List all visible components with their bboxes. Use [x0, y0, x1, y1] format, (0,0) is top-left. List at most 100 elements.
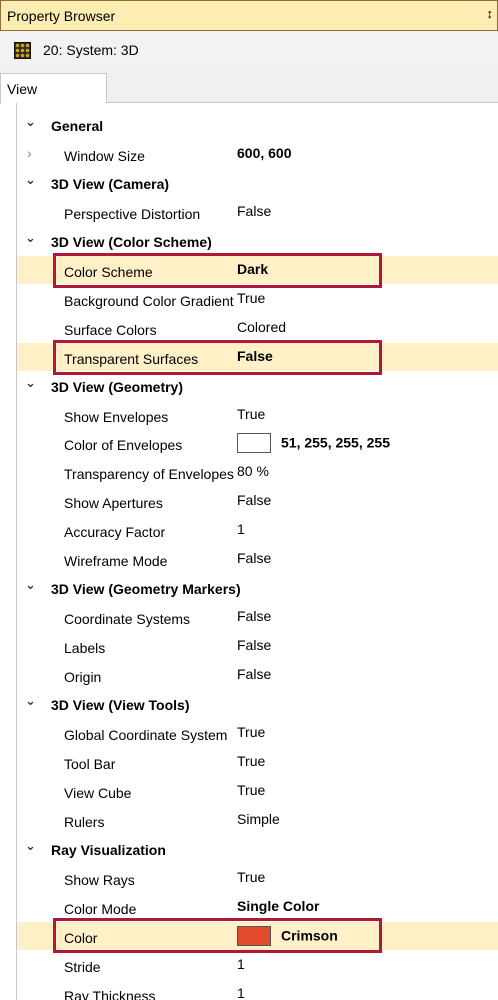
property-background-color-gradient[interactable]: Background Color Gradient True	[17, 285, 498, 313]
property-browser-title-bar: Property Browser ↕	[0, 0, 498, 31]
pin-icon[interactable]: ↕	[487, 6, 494, 21]
property-value[interactable]: True	[237, 724, 265, 740]
color-swatch-ray[interactable]	[237, 926, 271, 946]
property-view-cube[interactable]: View Cube True	[17, 777, 498, 805]
property-value[interactable]: Dark	[237, 261, 268, 277]
category-label: 3D View (View Tools)	[51, 697, 190, 713]
property-grid: ⌄ General › Window Size 600, 600 ⌄ 3D Vi…	[16, 103, 498, 1000]
color-swatch-envelopes[interactable]	[237, 433, 271, 453]
property-name: Rulers	[64, 814, 105, 830]
property-name: Show Rays	[64, 872, 135, 888]
property-value[interactable]: False	[237, 203, 271, 219]
property-show-apertures[interactable]: Show Apertures False	[17, 487, 498, 515]
chevron-down-icon[interactable]: ⌄	[25, 577, 36, 593]
property-value[interactable]: False	[237, 666, 271, 682]
chevron-down-icon[interactable]: ⌄	[25, 114, 36, 130]
property-origin[interactable]: Origin False	[17, 661, 498, 689]
chevron-down-icon[interactable]: ⌄	[25, 172, 36, 188]
property-wireframe-mode[interactable]: Wireframe Mode False	[17, 545, 498, 573]
property-value[interactable]: 80 %	[237, 463, 269, 479]
property-ray-thickness[interactable]: Ray Thickness 1	[17, 980, 498, 1000]
category-ray-visualization[interactable]: ⌄ Ray Visualization	[17, 835, 498, 863]
property-name: Wireframe Mode	[64, 553, 168, 569]
property-color-scheme[interactable]: Color Scheme Dark	[17, 256, 498, 284]
property-labels[interactable]: Labels False	[17, 632, 498, 660]
chevron-down-icon[interactable]: ⌄	[25, 838, 36, 854]
property-stride[interactable]: Stride 1	[17, 951, 498, 979]
system-3d-icon	[14, 41, 31, 59]
chevron-down-icon[interactable]: ⌄	[25, 375, 36, 391]
property-name: Color	[64, 930, 98, 946]
property-name: Color of Envelopes	[64, 437, 183, 453]
property-name: Coordinate Systems	[64, 611, 191, 627]
property-tool-bar[interactable]: Tool Bar True	[17, 748, 498, 776]
property-value[interactable]: Colored	[237, 319, 286, 335]
chevron-down-icon[interactable]: ⌄	[25, 693, 36, 709]
panel-title: Property Browser	[7, 7, 116, 24]
property-name: Stride	[64, 959, 101, 975]
property-value: 51, 255, 255, 255	[281, 434, 390, 451]
category-camera[interactable]: ⌄ 3D View (Camera)	[17, 169, 498, 197]
property-surface-colors[interactable]: Surface Colors Colored	[17, 314, 498, 342]
property-coordinate-systems[interactable]: Coordinate Systems False	[17, 603, 498, 631]
property-color-of-envelopes[interactable]: Color of Envelopes 51, 255, 255, 255	[17, 429, 498, 457]
property-name: Background Color Gradient	[64, 293, 234, 309]
property-name: Window Size	[64, 148, 145, 164]
category-view-tools[interactable]: ⌄ 3D View (View Tools)	[17, 690, 498, 718]
property-value[interactable]: Single Color	[237, 898, 319, 914]
property-value[interactable]: Simple	[237, 811, 280, 827]
property-value[interactable]: True	[237, 290, 265, 306]
chevron-down-icon[interactable]: ⌄	[25, 230, 36, 246]
category-general[interactable]: ⌄ General	[17, 111, 498, 139]
property-name: Global Coordinate System	[64, 727, 228, 743]
tab-strip: View	[0, 69, 498, 104]
property-rulers[interactable]: Rulers Simple	[17, 806, 498, 834]
category-geometry-markers[interactable]: ⌄ 3D View (Geometry Markers)	[17, 574, 498, 602]
property-value[interactable]: True	[237, 869, 265, 885]
property-value[interactable]: False	[237, 550, 271, 566]
property-show-rays[interactable]: Show Rays True	[17, 864, 498, 892]
property-value[interactable]: True	[237, 782, 265, 798]
category-label: 3D View (Geometry)	[51, 379, 184, 395]
property-show-envelopes[interactable]: Show Envelopes True	[17, 401, 498, 429]
property-value[interactable]: True	[237, 406, 265, 422]
property-name: Labels	[64, 640, 106, 656]
property-value[interactable]: 1	[237, 956, 245, 972]
property-value: Crimson	[281, 927, 338, 944]
property-name: Accuracy Factor	[64, 524, 166, 540]
category-color-scheme[interactable]: ⌄ 3D View (Color Scheme)	[17, 227, 498, 255]
property-value[interactable]: False	[237, 637, 271, 653]
property-name: Color Scheme	[64, 264, 153, 280]
property-transparent-surfaces[interactable]: Transparent Surfaces False	[17, 343, 498, 371]
property-name: Origin	[64, 669, 102, 685]
property-name: Color Mode	[64, 901, 137, 917]
property-value[interactable]: False	[237, 348, 273, 364]
property-transparency-of-envelopes[interactable]: Transparency of Envelopes 80 %	[17, 458, 498, 486]
category-label: 3D View (Geometry Markers)	[51, 581, 241, 597]
category-label: Ray Visualization	[51, 842, 166, 858]
property-name: Show Envelopes	[64, 409, 169, 425]
property-value[interactable]: True	[237, 753, 265, 769]
category-geometry[interactable]: ⌄ 3D View (Geometry)	[17, 372, 498, 400]
tab-view-label: View	[7, 81, 38, 97]
property-value[interactable]: 1	[237, 521, 245, 537]
property-value[interactable]: False	[237, 608, 271, 624]
property-value[interactable]: False	[237, 492, 271, 508]
property-value[interactable]: 600, 600	[237, 145, 292, 161]
property-ray-color[interactable]: Color Crimson	[17, 922, 498, 950]
property-color-mode[interactable]: Color Mode Single Color	[17, 893, 498, 921]
property-accuracy-factor[interactable]: Accuracy Factor 1	[17, 516, 498, 544]
property-window-size[interactable]: › Window Size 600, 600	[17, 140, 498, 168]
property-value-container[interactable]: 51, 255, 255, 255	[237, 433, 390, 454]
property-name: Perspective Distortion	[64, 206, 201, 222]
chevron-right-icon[interactable]: ›	[27, 145, 32, 161]
property-name: Ray Thickness	[64, 988, 156, 1000]
category-label: 3D View (Color Scheme)	[51, 234, 212, 250]
property-value[interactable]: 1	[237, 985, 245, 1000]
property-value-container[interactable]: Crimson	[237, 926, 338, 947]
property-global-coordinate-system[interactable]: Global Coordinate System True	[17, 719, 498, 747]
category-label: 3D View (Camera)	[51, 176, 170, 192]
property-perspective-distortion[interactable]: Perspective Distortion False	[17, 198, 498, 226]
tab-view[interactable]: View	[0, 73, 107, 104]
property-name: Tool Bar	[64, 756, 116, 772]
